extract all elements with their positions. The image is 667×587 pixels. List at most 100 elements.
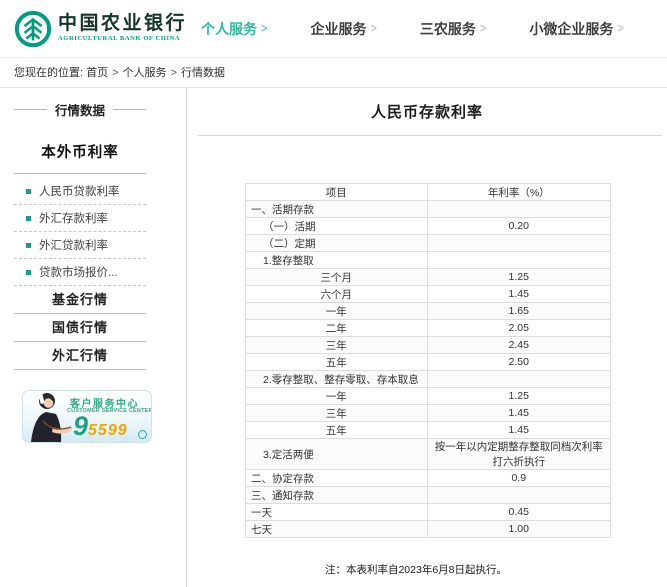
nav-item-label: 三农服务: [419, 20, 476, 37]
chevron-right-icon: >: [617, 21, 624, 36]
nav-item-label: 小微企业服务: [529, 20, 614, 37]
rate-cell: [426, 486, 612, 504]
rate-cell: [426, 234, 612, 252]
chevron-right-icon: >: [261, 21, 268, 36]
breadcrumb-items: 首页 > 个人服务 > 行情数据: [86, 67, 225, 79]
customer-service-banner[interactable]: 客户服务中心 CUSTOMER SERVICE CENTER 95599: [22, 390, 152, 443]
sidebar-sections: 基金行情 国债行情 外汇行情: [14, 286, 146, 370]
nav-item[interactable]: 小微企业服务 >: [529, 19, 623, 39]
breadcrumb-separator: >: [112, 67, 119, 79]
rate-table-body: 一、活期存款 （一）活期 0.20 （二）定期 1.整存整取 三个月 1.25 六个月 1.45…: [245, 200, 612, 538]
nav-item-label: 企业服务: [310, 20, 367, 37]
item-cell: 一年: [245, 387, 428, 405]
sidebar-section-title-label: 行情数据: [55, 104, 106, 118]
table-row: （一）活期 0.20: [245, 217, 612, 235]
item-cell: 五年: [245, 353, 428, 371]
rate-cell: 1.25: [426, 268, 612, 286]
nav-item[interactable]: 个人服务 >: [201, 19, 267, 39]
item-cell: 五年: [245, 421, 428, 439]
sidebar-section-item[interactable]: 外汇行情: [14, 342, 146, 370]
table-header-row: 项目 年利率（%）: [245, 183, 612, 201]
rate-cell: 1.45: [426, 285, 612, 303]
rate-cell: 1.65: [426, 302, 612, 320]
item-cell: 三个月: [245, 268, 428, 286]
table-row: 五年 1.45: [245, 421, 612, 439]
item-cell: 三年: [245, 404, 428, 422]
item-cell: （二）定期: [245, 234, 428, 252]
rate-cell: [426, 251, 612, 269]
rate-cell: [426, 370, 612, 388]
square-bullet-icon: [26, 215, 31, 221]
rate-cell: 1.45: [426, 404, 612, 422]
rate-cell: 0.20: [426, 217, 612, 235]
page-header: 中国农业银行 AGRICULTURAL BANK OF CHINA 个人服务 > 企…: [0, 0, 667, 58]
table-row: 三、通知存款: [245, 486, 612, 504]
nav-item[interactable]: 三农服务 >: [420, 19, 486, 39]
bank-logo[interactable]: 中国农业银行 AGRICULTURAL BANK OF CHINA: [14, 10, 187, 48]
chevron-right-icon: >: [370, 21, 377, 36]
sidebar-section-item[interactable]: 基金行情: [14, 286, 146, 314]
table-row: 一天 0.45: [245, 503, 612, 521]
bank-logo-text: 中国农业银行 AGRICULTURAL BANK OF CHINA: [58, 14, 187, 43]
sidebar: 行情数据 本外币利率 人民币贷款利率 外汇存款利率 外汇贷款利率 贷款市场报价... …: [0, 88, 187, 587]
chevron-right-icon: >: [479, 21, 487, 36]
item-cell: 二、协定存款: [245, 469, 428, 487]
item-cell: 七天: [245, 520, 428, 538]
table-row: （二）定期: [245, 234, 612, 252]
deposit-rate-table: 项目 年利率（%） 一、活期存款 （一）活期 0.20 （二）定期 1.整存整取 三个月 1…: [245, 183, 612, 538]
rate-cell: 1.00: [426, 520, 612, 538]
breadcrumb-link[interactable]: 行情数据: [181, 67, 225, 79]
breadcrumb-prefix: 您现在的位置:: [14, 67, 84, 79]
item-cell: 一、活期存款: [245, 200, 428, 218]
table-row: 一年 1.25: [245, 387, 612, 405]
table-row: 2.零存整取、整存零取、存本取息: [245, 370, 612, 388]
item-cell: （一）活期: [245, 217, 428, 235]
table-row: 二年 2.05: [245, 319, 612, 337]
item-cell: 2.零存整取、整存零取、存本取息: [245, 370, 428, 388]
rate-cell: 0.9: [426, 469, 612, 487]
item-cell: 1.整存整取: [245, 251, 428, 269]
title-underline: [197, 135, 662, 136]
nav-item-label: 个人服务: [201, 20, 258, 37]
effective-date-note: 注：本表利率自2023年6月8日起执行。: [324, 564, 508, 576]
rate-cell: 2.50: [426, 353, 612, 371]
service-agent-image: [31, 393, 72, 442]
column-header-item: 项目: [245, 183, 428, 201]
square-bullet-icon: [26, 188, 31, 194]
square-bullet-icon: [26, 242, 31, 248]
bank-name-en: AGRICULTURAL BANK OF CHINA: [58, 35, 181, 43]
sidebar-group-title[interactable]: 本外币利率: [14, 141, 146, 162]
table-row: 1.整存整取: [245, 251, 612, 269]
table-row: 二、协定存款 0.9: [245, 469, 612, 487]
rate-cell: 1.25: [426, 387, 612, 405]
sidebar-menu-item[interactable]: 人民币贷款利率: [14, 178, 146, 205]
sidebar-menu-item[interactable]: 外汇存款利率: [14, 205, 146, 232]
table-row: 三年 1.45: [245, 404, 612, 422]
breadcrumb-link[interactable]: 个人服务: [123, 67, 167, 79]
item-cell: 六个月: [245, 285, 428, 303]
abc-mini-logo-icon: [138, 430, 147, 439]
rate-cell: 按一年以内定期整存整取同档次利率打六折执行: [426, 438, 612, 470]
rate-cell: 2.45: [426, 336, 612, 354]
sidebar-section-title: 行情数据: [14, 100, 147, 119]
table-row: 七天 1.00: [245, 520, 612, 538]
abc-wheat-logo-icon: [14, 10, 52, 47]
square-bullet-icon: [26, 269, 31, 275]
banner-phone-number: 95599: [73, 411, 128, 441]
sidebar-menu-item[interactable]: 贷款市场报价...: [14, 259, 146, 286]
rate-cell: 2.05: [426, 319, 612, 337]
breadcrumb-link[interactable]: 首页: [86, 67, 108, 79]
breadcrumb: 您现在的位置: 首页 > 个人服务 > 行情数据: [0, 58, 667, 88]
page-title: 人民币存款利率: [370, 104, 483, 121]
item-cell: 一年: [245, 302, 428, 320]
sidebar-menu-item[interactable]: 外汇贷款利率: [14, 232, 146, 259]
sidebar-menu-item-label: 外汇贷款利率: [39, 240, 108, 252]
table-row: 五年 2.50: [245, 353, 612, 371]
sidebar-section-item[interactable]: 国债行情: [14, 314, 146, 342]
main-nav: 个人服务 > 企业服务 > 三农服务 > 小微企业服务 >: [201, 19, 624, 39]
table-row: 三个月 1.25: [245, 268, 612, 286]
table-row: 三年 2.45: [245, 336, 612, 354]
divider-line: [113, 109, 147, 110]
item-cell: 三、通知存款: [245, 486, 428, 504]
nav-item[interactable]: 企业服务 >: [310, 19, 376, 39]
